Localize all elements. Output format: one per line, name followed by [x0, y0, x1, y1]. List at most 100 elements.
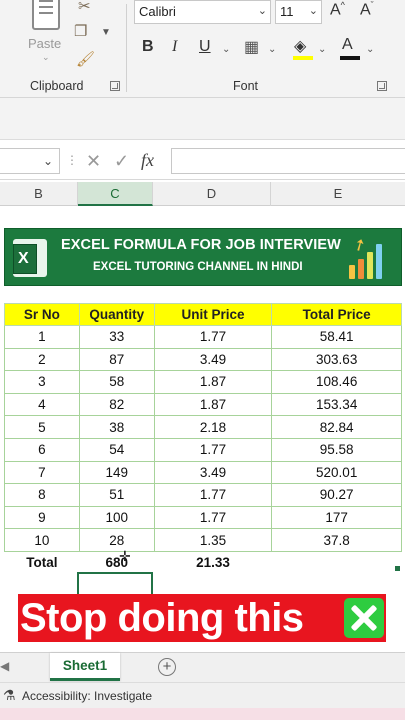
cell[interactable]: 153.34 [271, 392, 402, 417]
price-table: Sr No Quantity Unit Price Total Price 13… [4, 303, 402, 574]
column-headers: B C D E [0, 182, 405, 206]
cell[interactable]: 1.77 [153, 437, 273, 462]
cell[interactable]: 6 [4, 437, 80, 462]
video-caption: Stop doing this [18, 594, 386, 642]
underline-button[interactable]: U [199, 38, 211, 56]
cell[interactable]: 1.87 [153, 370, 273, 394]
cell[interactable]: 100 [78, 505, 155, 530]
cell[interactable]: 51 [78, 483, 155, 507]
formula-input[interactable] [171, 148, 405, 174]
cell[interactable]: 4 [4, 392, 80, 417]
cell[interactable]: 149 [78, 460, 155, 485]
header-sr-no[interactable]: Sr No [4, 303, 80, 326]
header-unit-price[interactable]: Unit Price [153, 303, 273, 326]
cell[interactable]: 58 [78, 370, 155, 394]
chevron-down-icon: ⌄ [42, 154, 53, 168]
cancel-icon[interactable]: ✕ [86, 151, 101, 172]
excel-logo-letter: X [18, 250, 29, 267]
font-name-select[interactable]: Calibri ⌄ [134, 0, 271, 24]
cell[interactable]: 82 [78, 392, 155, 417]
font-color-button[interactable]: A [342, 36, 353, 54]
cell[interactable]: 58.41 [271, 325, 402, 349]
cell[interactable]: 303.63 [271, 347, 402, 372]
cell[interactable]: 54 [78, 437, 155, 462]
cell[interactable]: 37.8 [271, 528, 402, 552]
cell[interactable]: 5 [4, 415, 80, 439]
format-painter-icon[interactable]: 🖌 [76, 50, 95, 68]
cell[interactable]: 3.49 [153, 460, 273, 485]
column-header-e[interactable]: E [271, 182, 405, 206]
cell[interactable]: 3 [4, 370, 80, 394]
tab-sheet1[interactable]: Sheet1 [50, 653, 120, 681]
cell[interactable]: 9 [4, 505, 80, 530]
header-total-price[interactable]: Total Price [271, 303, 402, 326]
cell[interactable]: 2 [4, 347, 80, 372]
decrease-font-size-button[interactable]: Aˇ [360, 0, 374, 19]
total-label[interactable]: Total [5, 551, 80, 574]
cell[interactable]: 7 [4, 460, 80, 485]
cut-icon[interactable]: ✂ [78, 0, 91, 15]
cell[interactable]: 1.77 [153, 325, 273, 349]
table-row: 1 33 1.77 58.41 [4, 325, 402, 349]
fill-color-dropdown-icon[interactable]: ⌄ [318, 44, 326, 55]
cell[interactable]: 10 [4, 528, 80, 552]
cell[interactable]: 1.35 [153, 528, 273, 552]
cell[interactable]: 95.58 [271, 437, 402, 462]
font-launcher-icon[interactable] [377, 81, 387, 91]
header-quantity[interactable]: Quantity [78, 303, 155, 326]
clipboard-launcher-icon[interactable] [110, 81, 120, 91]
bold-button[interactable]: B [142, 38, 154, 56]
bottom-edge [0, 708, 405, 720]
cell[interactable]: 520.01 [271, 460, 402, 485]
clipboard-icon [32, 0, 60, 30]
insert-function-button[interactable]: fx [141, 150, 154, 171]
cell[interactable]: 82.84 [271, 415, 402, 439]
table-header-row: Sr No Quantity Unit Price Total Price [4, 303, 402, 326]
cell[interactable]: 1.87 [153, 392, 273, 417]
table-row: 10 28 1.35 37.8 [4, 528, 402, 552]
enter-icon[interactable]: ✓ [114, 151, 129, 172]
increase-font-size-button[interactable]: A^ [330, 0, 345, 19]
worksheet-grid[interactable]: X EXCEL FORMULA FOR JOB INTERVIEW EXCEL … [0, 206, 405, 652]
cell[interactable]: 1 [4, 325, 80, 349]
font-group-label: Font [233, 79, 259, 93]
cell[interactable]: 87 [78, 347, 155, 372]
cell[interactable]: 3.49 [153, 347, 273, 372]
total-price-empty[interactable] [272, 551, 402, 574]
cell[interactable]: 177 [271, 505, 402, 530]
total-quantity[interactable]: 680 [79, 551, 154, 574]
accessibility-icon[interactable]: ⚗ [3, 687, 16, 704]
cell[interactable]: 38 [78, 415, 155, 439]
formula-bar: ⌄ ⋮ ✕ ✓ fx [0, 142, 405, 180]
paste-button[interactable]: Paste ⌄ [26, 0, 66, 62]
sheet-tabs-bar: ◀ Sheet1 + [0, 652, 405, 682]
copy-icon[interactable]: ❐ [74, 22, 87, 40]
table-resize-handle[interactable] [395, 566, 400, 571]
cell[interactable]: 8 [4, 483, 80, 507]
borders-dropdown-icon[interactable]: ⌄ [268, 44, 276, 55]
cell[interactable]: 1.77 [153, 483, 273, 507]
cell[interactable]: 2.18 [153, 415, 273, 439]
cell[interactable]: 108.46 [271, 370, 402, 394]
borders-icon[interactable]: ▦ [244, 37, 259, 57]
accessibility-status[interactable]: Accessibility: Investigate [22, 689, 152, 703]
add-sheet-button[interactable]: + [158, 658, 176, 676]
name-box[interactable]: ⌄ [0, 148, 60, 174]
fill-color-icon[interactable]: ◈ [294, 36, 306, 56]
table-row: 5 38 2.18 82.84 [4, 415, 402, 439]
column-header-b[interactable]: B [0, 182, 78, 206]
underline-dropdown-icon[interactable]: ⌄ [222, 44, 230, 55]
cell[interactable]: 90.27 [271, 483, 402, 507]
tab-scroll-left-icon[interactable]: ◀ [0, 659, 9, 673]
cell[interactable]: 33 [78, 325, 155, 349]
cell[interactable]: 1.77 [153, 505, 273, 530]
italic-button[interactable]: I [172, 38, 177, 56]
cell[interactable]: 28 [78, 528, 155, 552]
font-size-select[interactable]: 11 ⌄ [275, 0, 322, 24]
total-unit-price[interactable]: 21.33 [154, 551, 272, 574]
column-header-c[interactable]: C [78, 182, 153, 206]
clipboard-group-label: Clipboard [30, 79, 84, 93]
font-color-dropdown-icon[interactable]: ⌄ [366, 44, 374, 55]
column-header-d[interactable]: D [153, 182, 271, 206]
copy-dropdown-icon[interactable]: ▼ [101, 27, 111, 38]
